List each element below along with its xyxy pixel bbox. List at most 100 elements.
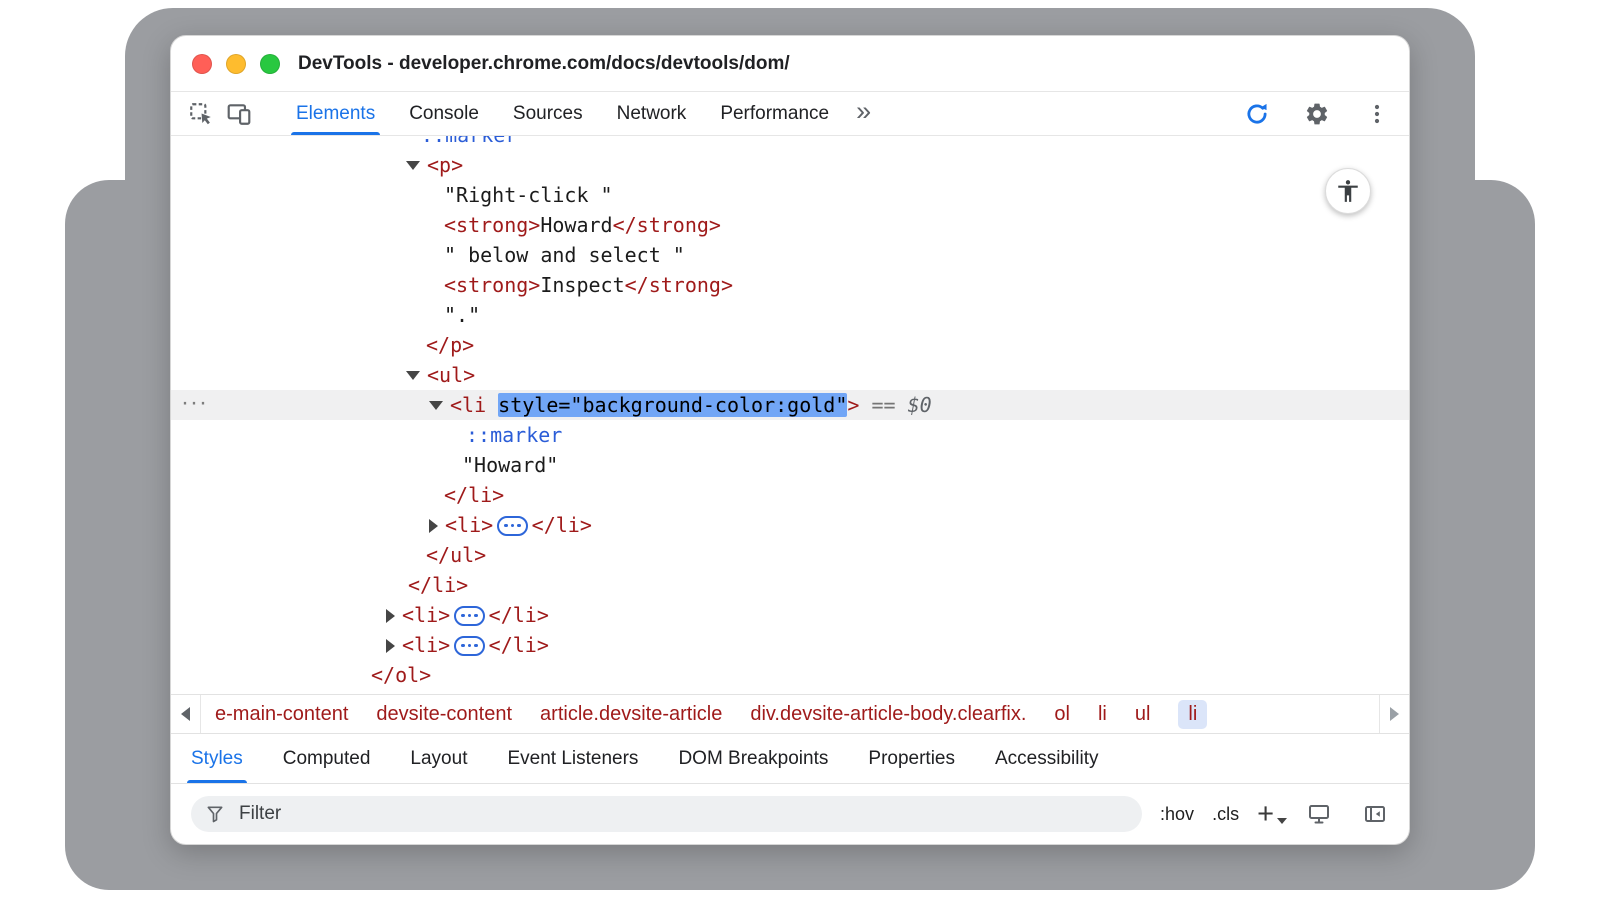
tab-layout[interactable]: Layout bbox=[410, 734, 467, 783]
titlebar: DevTools - developer.chrome.com/docs/dev… bbox=[171, 36, 1409, 92]
toggle-sidebar-icon[interactable] bbox=[1361, 800, 1389, 828]
more-tabs-chevron-icon[interactable]: » bbox=[856, 98, 871, 125]
crumbs-scroll-left-icon[interactable] bbox=[171, 695, 201, 733]
code-segment-tag: </ol> bbox=[371, 663, 431, 687]
tab-computed[interactable]: Computed bbox=[283, 734, 371, 783]
devtools-toolbar: ElementsConsoleSourcesNetworkPerformance… bbox=[171, 92, 1409, 136]
plus-label: + bbox=[1257, 801, 1274, 827]
code-segment-attr-selected: style="background-color:gold" bbox=[498, 393, 847, 417]
close-button[interactable] bbox=[192, 54, 212, 74]
toolbar-right-icons bbox=[1243, 100, 1409, 128]
expand-arrow-icon[interactable] bbox=[406, 371, 420, 380]
code-segment-muted: == bbox=[859, 393, 907, 417]
breadcrumb-item[interactable]: li bbox=[1178, 700, 1207, 729]
code-segment-plain: "Howard" bbox=[462, 453, 558, 477]
elements-tree: ::marker<p>"Right-click "<strong>Howard<… bbox=[171, 136, 1409, 694]
element-classes-button[interactable]: .cls bbox=[1212, 804, 1239, 825]
minimize-button[interactable] bbox=[226, 54, 246, 74]
tab-sources[interactable]: Sources bbox=[496, 92, 600, 135]
dom-node-line[interactable]: </ol> bbox=[171, 660, 1409, 690]
dom-node-line[interactable]: <li></li> bbox=[171, 630, 1409, 660]
dom-node-line[interactable]: <li></li> bbox=[171, 600, 1409, 630]
collapse-arrow-icon[interactable] bbox=[386, 609, 395, 623]
expand-children-badge[interactable] bbox=[454, 636, 485, 656]
dom-node-line[interactable]: <strong>Howard</strong> bbox=[171, 210, 1409, 240]
tab-elements[interactable]: Elements bbox=[279, 92, 392, 135]
toggle-element-state-button[interactable]: :hov bbox=[1160, 804, 1194, 825]
code-segment-tag: </p> bbox=[426, 333, 474, 357]
code-segment-tag: </li> bbox=[532, 513, 592, 537]
kebab-menu-icon[interactable] bbox=[1363, 100, 1391, 128]
maximize-button[interactable] bbox=[260, 54, 280, 74]
tab-performance[interactable]: Performance bbox=[703, 92, 846, 135]
accessibility-icon bbox=[1335, 178, 1361, 204]
code-segment-tag: </li> bbox=[444, 483, 504, 507]
code-segment-tag: <li bbox=[450, 393, 498, 417]
collapse-arrow-icon[interactable] bbox=[429, 519, 438, 533]
breadcrumb-item[interactable]: article.devsite-article bbox=[540, 703, 722, 726]
dom-node-line[interactable]: </ul> bbox=[171, 540, 1409, 570]
styles-filter-input[interactable] bbox=[237, 802, 1128, 826]
dom-node-line[interactable]: ::marker bbox=[171, 420, 1409, 450]
tab-accessibility[interactable]: Accessibility bbox=[995, 734, 1098, 783]
node-actions-dots-icon[interactable]: ··· bbox=[181, 388, 208, 418]
breadcrumb-item[interactable]: devsite-content bbox=[376, 703, 512, 726]
settings-gear-icon[interactable] bbox=[1303, 100, 1331, 128]
tab-console[interactable]: Console bbox=[392, 92, 496, 135]
dom-node-line[interactable]: "." bbox=[171, 300, 1409, 330]
filter-input-wrap bbox=[191, 796, 1142, 832]
code-segment-plain: Howard bbox=[540, 213, 612, 237]
dom-node-line[interactable]: <p> bbox=[171, 150, 1409, 180]
rendering-icon[interactable] bbox=[1305, 800, 1333, 828]
sync-icon[interactable] bbox=[1243, 100, 1271, 128]
code-segment-tag: <strong> bbox=[444, 273, 540, 297]
dom-node-line[interactable]: </li> bbox=[171, 480, 1409, 510]
code-segment-tag: <li> bbox=[445, 513, 493, 537]
dom-node-line[interactable]: <strong>Inspect</strong> bbox=[171, 270, 1409, 300]
code-segment-tag: <li> bbox=[402, 633, 450, 657]
crumbs-scroll-right-icon[interactable] bbox=[1379, 695, 1409, 733]
breadcrumb-bar: e-main-content devsite-content article.dev… bbox=[171, 694, 1409, 734]
breadcrumb-item[interactable]: ol bbox=[1054, 703, 1070, 726]
tab-event-listeners[interactable]: Event Listeners bbox=[507, 734, 638, 783]
tab-properties[interactable]: Properties bbox=[868, 734, 955, 783]
dom-node-line[interactable]: " below and select " bbox=[171, 240, 1409, 270]
code-segment-pseudo: ::marker bbox=[421, 136, 517, 147]
code-segment-plain: Inspect bbox=[540, 273, 624, 297]
devtools-window: DevTools - developer.chrome.com/docs/dev… bbox=[170, 35, 1410, 845]
tab-styles[interactable]: Styles bbox=[191, 734, 243, 783]
breadcrumb-item[interactable]: e-main-content bbox=[215, 703, 348, 726]
code-segment-pseudo: ::marker bbox=[466, 423, 562, 447]
expand-arrow-icon[interactable] bbox=[406, 161, 420, 170]
device-toolbar-icon[interactable] bbox=[225, 100, 253, 128]
code-segment-plain: " below and select " bbox=[444, 243, 685, 267]
traffic-lights bbox=[192, 54, 280, 74]
breadcrumb-item[interactable]: li bbox=[1098, 703, 1107, 726]
dom-node-line[interactable]: </p> bbox=[171, 330, 1409, 360]
collapse-arrow-icon[interactable] bbox=[386, 639, 395, 653]
expand-children-badge[interactable] bbox=[454, 606, 485, 626]
dom-node-line[interactable]: </li> bbox=[171, 570, 1409, 600]
dom-node-line[interactable]: "Right-click " bbox=[171, 180, 1409, 210]
dom-node-line[interactable]: <li> </li> bbox=[171, 510, 1409, 540]
tab-network[interactable]: Network bbox=[600, 92, 704, 135]
stage: DevTools - developer.chrome.com/docs/dev… bbox=[0, 0, 1600, 908]
panel-tabs: ElementsConsoleSourcesNetworkPerformance bbox=[279, 92, 846, 135]
expand-arrow-icon[interactable] bbox=[429, 401, 443, 410]
new-style-rule-button[interactable]: + bbox=[1257, 801, 1287, 827]
code-segment-tag: <strong> bbox=[444, 213, 540, 237]
dom-node-line[interactable]: "Howard" bbox=[171, 450, 1409, 480]
inspect-element-icon[interactable] bbox=[187, 100, 215, 128]
code-segment-dollar: $0 bbox=[908, 393, 932, 417]
accessibility-button[interactable] bbox=[1325, 168, 1371, 214]
tab-dom-breakpoints[interactable]: DOM Breakpoints bbox=[678, 734, 828, 783]
breadcrumb-item[interactable]: ul bbox=[1135, 703, 1151, 726]
dom-node-line[interactable]: <ul> bbox=[171, 360, 1409, 390]
expand-children-badge[interactable] bbox=[497, 516, 528, 536]
dom-lines: ::marker<p>"Right-click "<strong>Howard<… bbox=[171, 136, 1409, 690]
code-segment-tag: <p> bbox=[427, 153, 463, 177]
dom-node-line[interactable]: ···<li style="background-color:gold"> ==… bbox=[171, 390, 1409, 420]
dom-node-line[interactable]: ::marker bbox=[171, 136, 1409, 150]
breadcrumb-item[interactable]: div.devsite-article-body.clearfix. bbox=[750, 703, 1026, 726]
code-segment-tag: </li> bbox=[489, 603, 549, 627]
